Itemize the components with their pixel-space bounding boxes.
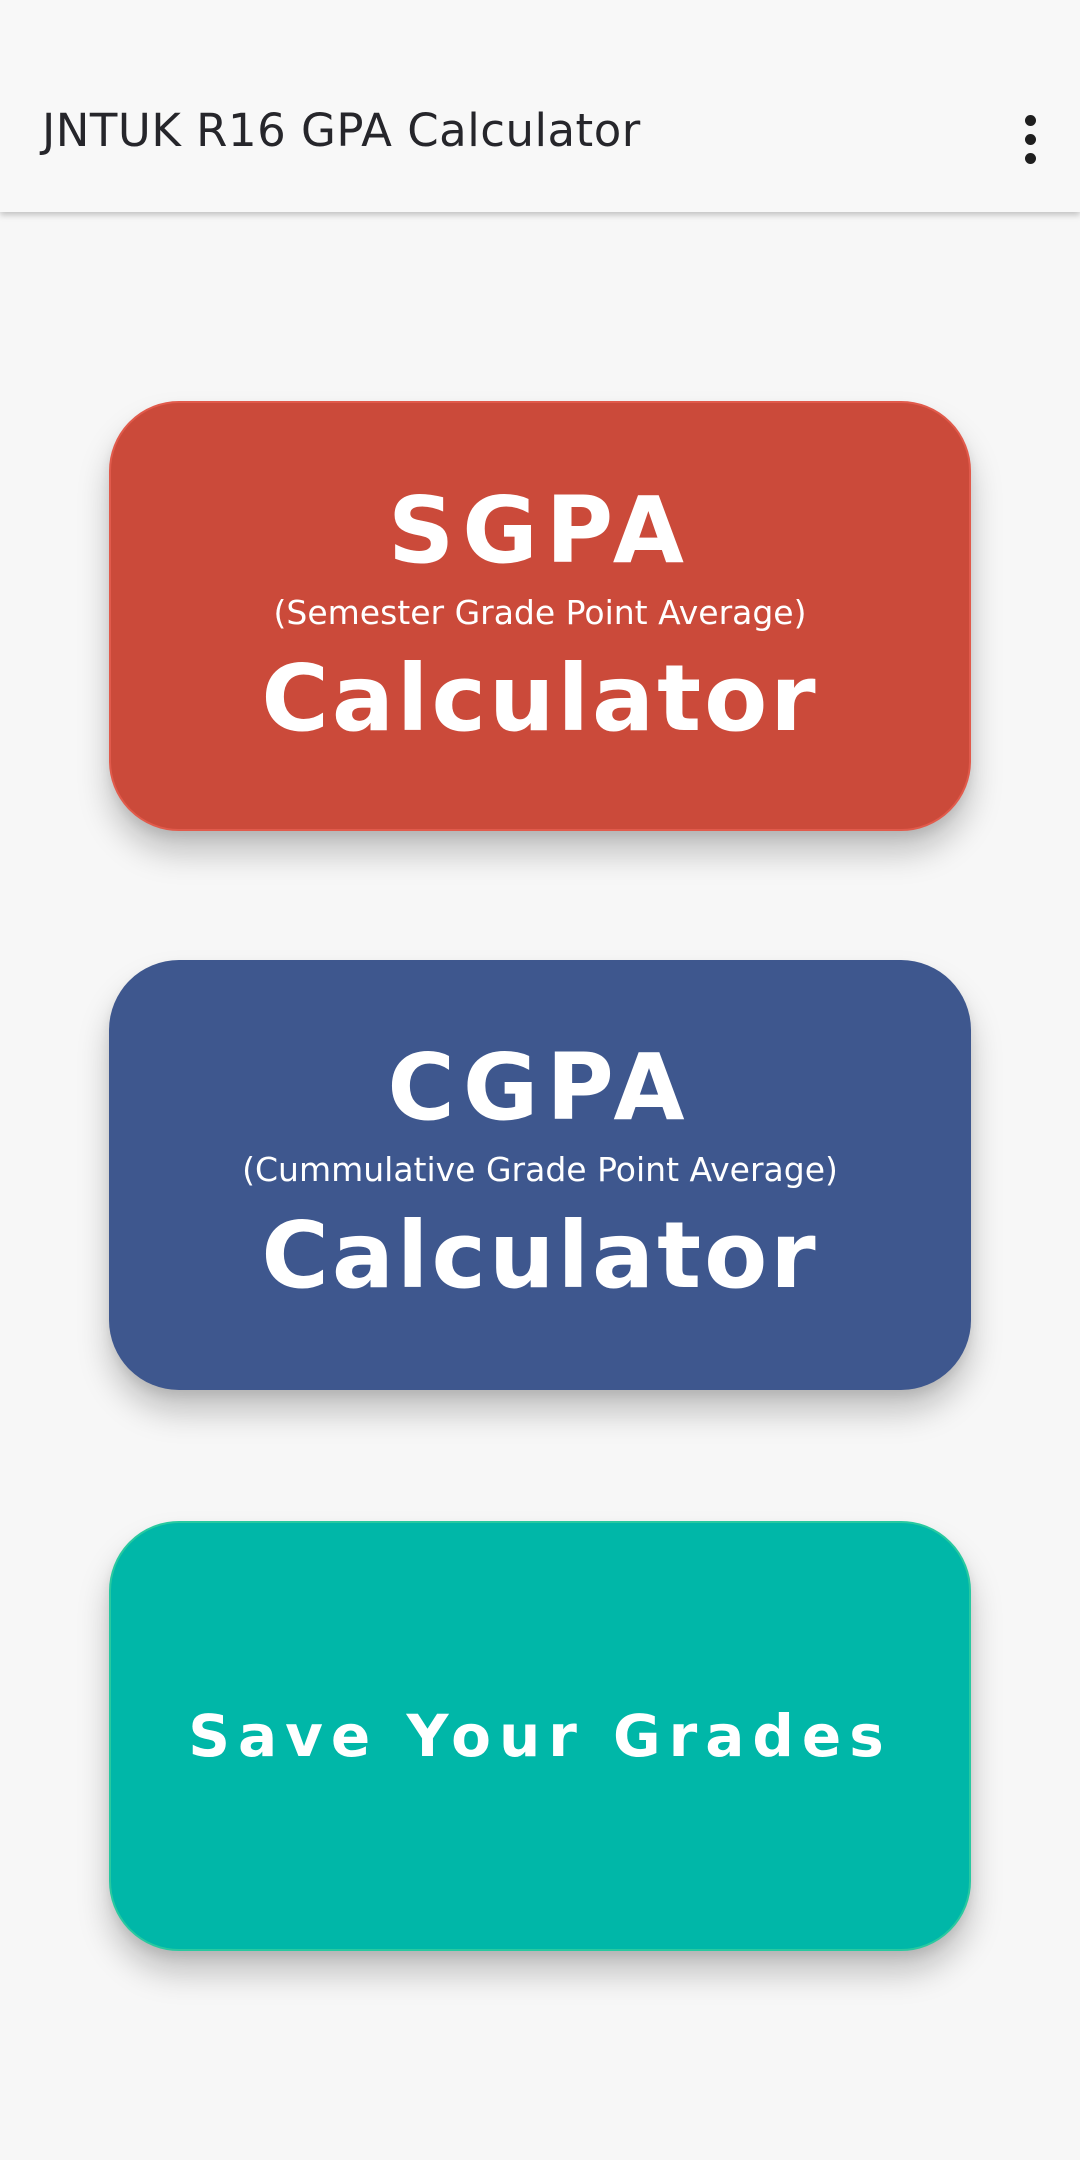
save-grades-label: Save Your Grades: [188, 1702, 892, 1770]
save-grades-button[interactable]: Save Your Grades: [109, 1521, 971, 1951]
sgpa-subtitle: (Semester Grade Point Average): [273, 593, 807, 632]
cgpa-calculator-button[interactable]: CGPA (Cummulative Grade Point Average) C…: [109, 960, 971, 1390]
menu-dot: [1024, 152, 1036, 164]
more-vert-icon[interactable]: [1000, 104, 1060, 174]
cgpa-calculator-label: Calculator: [261, 1202, 819, 1309]
app-title: JNTUK R16 GPA Calculator: [42, 104, 641, 157]
sgpa-calculator-button[interactable]: SGPA (Semester Grade Point Average) Calc…: [109, 401, 971, 831]
app-bar: JNTUK R16 GPA Calculator: [0, 0, 1080, 212]
menu-dot: [1024, 133, 1036, 145]
cgpa-subtitle: (Cummulative Grade Point Average): [242, 1150, 838, 1189]
cgpa-title: CGPA: [387, 1034, 693, 1141]
menu-dot: [1024, 114, 1036, 126]
sgpa-title: SGPA: [388, 477, 692, 584]
sgpa-calculator-label: Calculator: [261, 645, 819, 752]
